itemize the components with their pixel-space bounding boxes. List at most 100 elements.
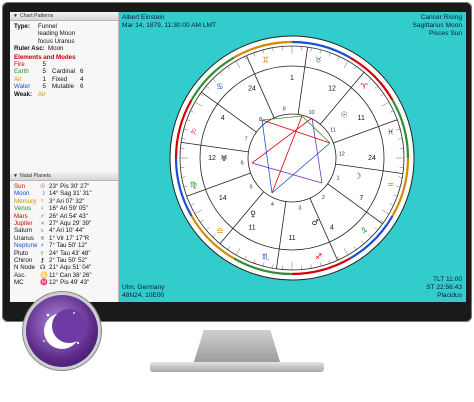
- disclosure-triangle-icon[interactable]: ▼: [13, 172, 18, 180]
- planet-name: Asc.: [14, 271, 27, 279]
- planet-glyph-icon: ⚷: [40, 257, 45, 265]
- planet-degree-label: 24: [248, 86, 256, 93]
- element-name: Water: [14, 83, 31, 91]
- planet-name: Sun: [14, 183, 26, 190]
- planet-name: Jupiter: [14, 220, 33, 228]
- monitor-bezel: ▼ Chart Patterns Type: Funnel leading Moo…: [2, 2, 472, 322]
- element-row: Air 1 Fixed 4: [14, 76, 114, 83]
- type-label: Type:: [14, 23, 31, 30]
- planet-position: 16° Ari 59' 05": [49, 205, 88, 213]
- house-number: 8: [259, 117, 262, 123]
- planet-position: 14° Sag 31' 31": [49, 190, 92, 198]
- planet-degree-label: 12: [328, 86, 336, 93]
- zodiac-sign-icon: ♉: [315, 55, 322, 64]
- chart-place: Ulm, Germany: [122, 284, 165, 291]
- planet-row[interactable]: Neptune ♆ 7° Tau 50' 12": [10, 242, 118, 249]
- weak-value: Air: [38, 90, 46, 98]
- natal-planets-list: Sun ☉ 23° Pis 30' 27" Moon ☽ 14° Sag 31' 31" M…: [10, 181, 118, 287]
- zodiac-sign-icon: ♈: [361, 82, 368, 91]
- element-count: 5: [42, 61, 46, 69]
- natal-planets-section: ▼ Natal Planets Sun ☉ 23° Pis 30' 27" Moon ☽…: [10, 172, 118, 287]
- planet-glyph-icon: ♀: [250, 210, 256, 219]
- element-row: Water 5 Mutable 6: [14, 83, 114, 90]
- planet-position: 7° Tau 50' 12": [49, 242, 88, 250]
- element-count: 1: [42, 75, 46, 83]
- element-name: Earth: [14, 68, 29, 76]
- planet-position: 24° Tau 43' 48": [49, 249, 91, 257]
- planet-name: Mercury: [14, 197, 37, 205]
- planet-row[interactable]: Chiron ⚷ 2° Tau 50' 52": [10, 257, 118, 264]
- elements-heading: Elements and Modes: [14, 53, 76, 61]
- planet-glyph-icon: ♃: [40, 220, 45, 228]
- planet-row[interactable]: Mars ♂ 26° Ari 54' 43": [10, 213, 118, 220]
- planet-degree-label: 14: [219, 195, 227, 202]
- planet-position: 4° Ari 10' 44": [49, 227, 85, 235]
- planet-glyph-icon: ♅: [40, 234, 45, 242]
- house-number: 10: [308, 110, 314, 116]
- disclosure-triangle-icon[interactable]: ▼: [13, 12, 18, 20]
- planet-position: 11° Can 38' 26": [49, 271, 92, 279]
- planet-glyph-icon: ☉: [341, 110, 348, 119]
- planet-degree-label: 4: [330, 224, 334, 231]
- planet-row[interactable]: Saturn ♄ 4° Ari 10' 44": [10, 227, 118, 234]
- app-window: ▼ Chart Patterns Type: Funnel leading Moo…: [10, 12, 466, 302]
- mode-name: Cardinal: [52, 68, 76, 76]
- mode-name: [52, 61, 80, 68]
- weak-label: Weak:: [14, 90, 33, 98]
- planet-row[interactable]: Venus ♀ 16° Ari 59' 05": [10, 205, 118, 212]
- planet-row[interactable]: Mercury ☿ 3° Ari 07' 32": [10, 198, 118, 205]
- house-number: 9: [283, 107, 286, 113]
- zodiac-sign-icon: ♓: [387, 128, 394, 137]
- planet-degree-label: 12: [208, 155, 216, 162]
- planet-name: Moon: [14, 190, 30, 198]
- planet-row[interactable]: N Node ☊ 21° Aqu 51' 04": [10, 264, 118, 271]
- chart-patterns-header[interactable]: ▼ Chart Patterns: [10, 12, 118, 21]
- planet-glyph-icon: ☊: [40, 264, 46, 272]
- planet-name: Neptune: [14, 242, 38, 250]
- chart-patterns-panel: Type: Funnel leading Moon focus Uranus Ru…: [10, 21, 118, 100]
- planet-position: 2° Tau 50' 52": [49, 257, 88, 265]
- chart-st: ST 22:56:43: [426, 284, 462, 291]
- planet-name: Pluto: [14, 249, 29, 257]
- zodiac-sign-icon: ♌: [190, 128, 197, 137]
- planet-name: Chiron: [14, 257, 33, 265]
- natal-chart-wheel[interactable]: ♉♈♓♒♑♐♏♎♍♌♋♊1234567891011121211247411111…: [119, 12, 466, 302]
- planet-glyph-icon: ♓: [40, 279, 48, 287]
- mode-count: 4: [80, 75, 84, 83]
- planet-row[interactable]: Pluto ♇ 24° Tau 43' 48": [10, 250, 118, 257]
- zodiac-sign-icon: ♐: [315, 253, 322, 262]
- planet-row[interactable]: Sun ☉ 23° Pis 30' 27": [10, 183, 118, 190]
- planet-position: 3° Ari 07' 32": [49, 197, 85, 205]
- monitor-stand: [193, 330, 281, 364]
- house-number: 12: [339, 152, 345, 158]
- planet-position: 12° Pis 49' 43": [49, 279, 90, 287]
- planet-row[interactable]: Uranus ♅ 1° Vir 17' 17"R: [10, 235, 118, 242]
- planet-glyph-icon: ♇: [40, 249, 45, 257]
- house-number: 1: [336, 176, 339, 182]
- elements-list: Fire 5 Earth 5 Cardinal 6 Air 1 Fixed 4 Water 5 Muta…: [14, 61, 114, 91]
- planet-degree-label: 24: [368, 155, 376, 162]
- planet-position: 27° Aqu 29' 39": [49, 220, 92, 228]
- sidebar: ▼ Chart Patterns Type: Funnel leading Moo…: [10, 12, 119, 302]
- house-number: 7: [244, 136, 247, 142]
- zodiac-sign-icon: ♒: [387, 180, 394, 189]
- planet-glyph-icon: ☽: [40, 190, 46, 198]
- house-number: 6: [241, 160, 244, 166]
- planet-row[interactable]: MC ♓ 12° Pis 49' 43": [10, 279, 118, 286]
- mode-name: Mutable: [52, 83, 75, 91]
- type-value: Funnel: [38, 23, 57, 30]
- planet-name: N Node: [14, 264, 35, 272]
- type-sub-1: leading Moon: [38, 30, 76, 38]
- house-number: 11: [330, 127, 336, 133]
- mode-count: 6: [80, 68, 84, 76]
- planet-row[interactable]: Jupiter ♃ 27° Aqu 29' 39": [10, 220, 118, 227]
- planet-row[interactable]: Asc. ♋ 11° Can 38' 26": [10, 272, 118, 279]
- chart-area[interactable]: Albert Einstein Mar 14, 1879, 11:30:00 A…: [119, 12, 466, 302]
- planet-name: MC: [14, 279, 24, 287]
- natal-planets-header[interactable]: ▼ Natal Planets: [10, 172, 118, 181]
- planet-name: Uranus: [14, 234, 34, 242]
- planet-row[interactable]: Moon ☽ 14° Sag 31' 31": [10, 190, 118, 197]
- house-number: 5: [250, 185, 253, 191]
- planet-degree-label: 4: [221, 115, 225, 122]
- planet-glyph-icon: ☽: [354, 172, 361, 181]
